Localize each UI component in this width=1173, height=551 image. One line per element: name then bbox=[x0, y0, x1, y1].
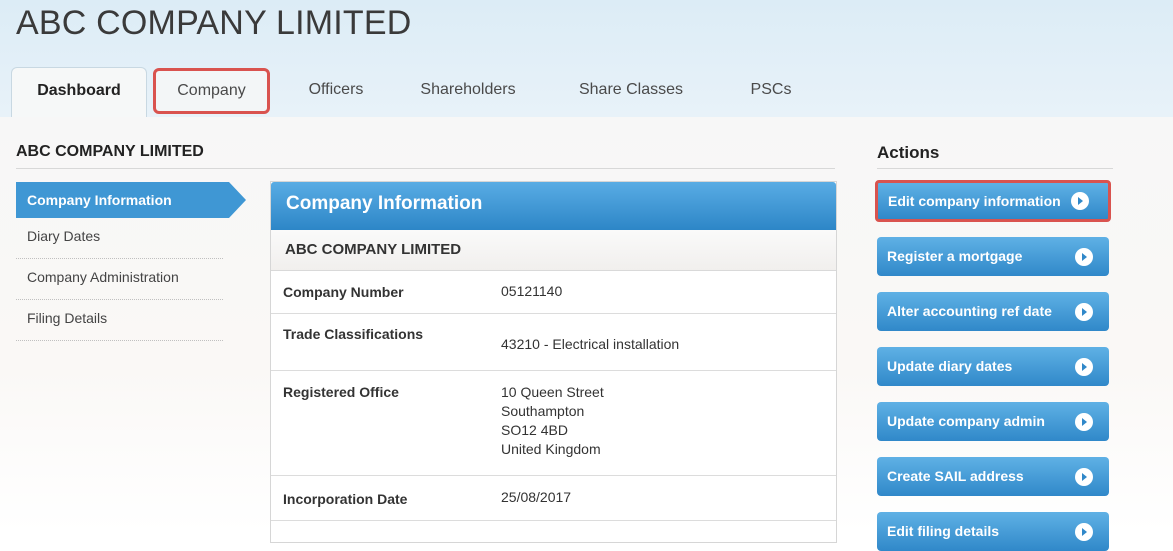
row-value: 05121140 bbox=[501, 283, 563, 299]
alter-accounting-ref-date-button[interactable]: Alter accounting ref date bbox=[877, 292, 1109, 331]
info-row-trade-classifications: Trade Classifications 43210 - Electrical… bbox=[271, 314, 836, 371]
row-value: 25/08/2017 bbox=[501, 489, 572, 505]
arrow-right-icon bbox=[1071, 192, 1089, 210]
company-information-panel: Company Information ABC COMPANY LIMITED … bbox=[270, 181, 837, 543]
row-label: Incorporation Date bbox=[283, 491, 408, 507]
tab-company[interactable]: Company bbox=[153, 68, 270, 114]
arrow-right-icon bbox=[1075, 248, 1093, 266]
info-row-company-number: Company Number 05121140 bbox=[271, 271, 836, 314]
sidenav-item-company-administration[interactable]: Company Administration bbox=[16, 259, 223, 300]
tab-pscs[interactable]: PSCs bbox=[726, 67, 816, 117]
row-value-address: 10 Queen Street Southampton SO12 4BD Uni… bbox=[501, 383, 604, 459]
create-sail-address-button[interactable]: Create SAIL address bbox=[877, 457, 1109, 496]
side-navigation: Company Information Diary Dates Company … bbox=[16, 182, 246, 341]
button-label: Edit company information bbox=[888, 193, 1061, 209]
address-line: 10 Queen Street bbox=[501, 384, 604, 400]
button-label: Register a mortgage bbox=[887, 248, 1023, 264]
actions-divider bbox=[877, 168, 1113, 169]
button-label: Edit filing details bbox=[887, 523, 1000, 539]
tab-dashboard[interactable]: Dashboard bbox=[11, 67, 147, 118]
panel-title: Company Information bbox=[271, 182, 836, 230]
row-label: Trade Classifications bbox=[283, 326, 424, 342]
edit-company-information-button[interactable]: Edit company information bbox=[875, 180, 1111, 222]
panel-subtitle: ABC COMPANY LIMITED bbox=[271, 230, 836, 271]
tab-shareholders[interactable]: Shareholders bbox=[403, 67, 533, 117]
address-line: SO12 4BD bbox=[501, 422, 568, 438]
edit-filing-details-button[interactable]: Edit filing details bbox=[877, 512, 1109, 551]
section-divider bbox=[16, 168, 835, 169]
header: ABC COMPANY LIMITED Dashboard Company Of… bbox=[0, 0, 1173, 118]
tab-officers[interactable]: Officers bbox=[281, 67, 391, 117]
button-label: Update diary dates bbox=[887, 358, 1013, 374]
info-row-incorporation-date: Incorporation Date 25/08/2017 bbox=[271, 476, 836, 521]
button-label: Alter accounting ref date bbox=[887, 303, 1052, 319]
section-title: ABC COMPANY LIMITED bbox=[16, 143, 204, 160]
company-title: ABC COMPANY LIMITED bbox=[16, 4, 412, 42]
sidenav-item-company-information[interactable]: Company Information bbox=[16, 182, 246, 218]
button-label: Create SAIL address bbox=[887, 468, 1024, 484]
address-line: Southampton bbox=[501, 403, 585, 419]
actions-title: Actions bbox=[877, 143, 940, 162]
button-label: Update company admin bbox=[887, 413, 1045, 429]
tab-share-classes[interactable]: Share Classes bbox=[561, 67, 701, 117]
sidenav-item-filing-details[interactable]: Filing Details bbox=[16, 300, 223, 341]
arrow-right-icon bbox=[1075, 413, 1093, 431]
info-row-registered-office: Registered Office 10 Queen Street Southa… bbox=[271, 371, 836, 476]
register-mortgage-button[interactable]: Register a mortgage bbox=[877, 237, 1109, 276]
arrow-right-icon bbox=[1075, 358, 1093, 376]
update-diary-dates-button[interactable]: Update diary dates bbox=[877, 347, 1109, 386]
row-label: Registered Office bbox=[283, 384, 399, 400]
arrow-right-icon bbox=[1075, 523, 1093, 541]
update-company-admin-button[interactable]: Update company admin bbox=[877, 402, 1109, 441]
arrow-right-icon bbox=[1075, 303, 1093, 321]
sidenav-item-diary-dates[interactable]: Diary Dates bbox=[16, 218, 223, 259]
arrow-right-icon bbox=[1075, 468, 1093, 486]
row-value: 43210 - Electrical installation bbox=[501, 336, 680, 352]
address-line: United Kingdom bbox=[501, 441, 601, 457]
row-label: Company Number bbox=[283, 284, 404, 300]
